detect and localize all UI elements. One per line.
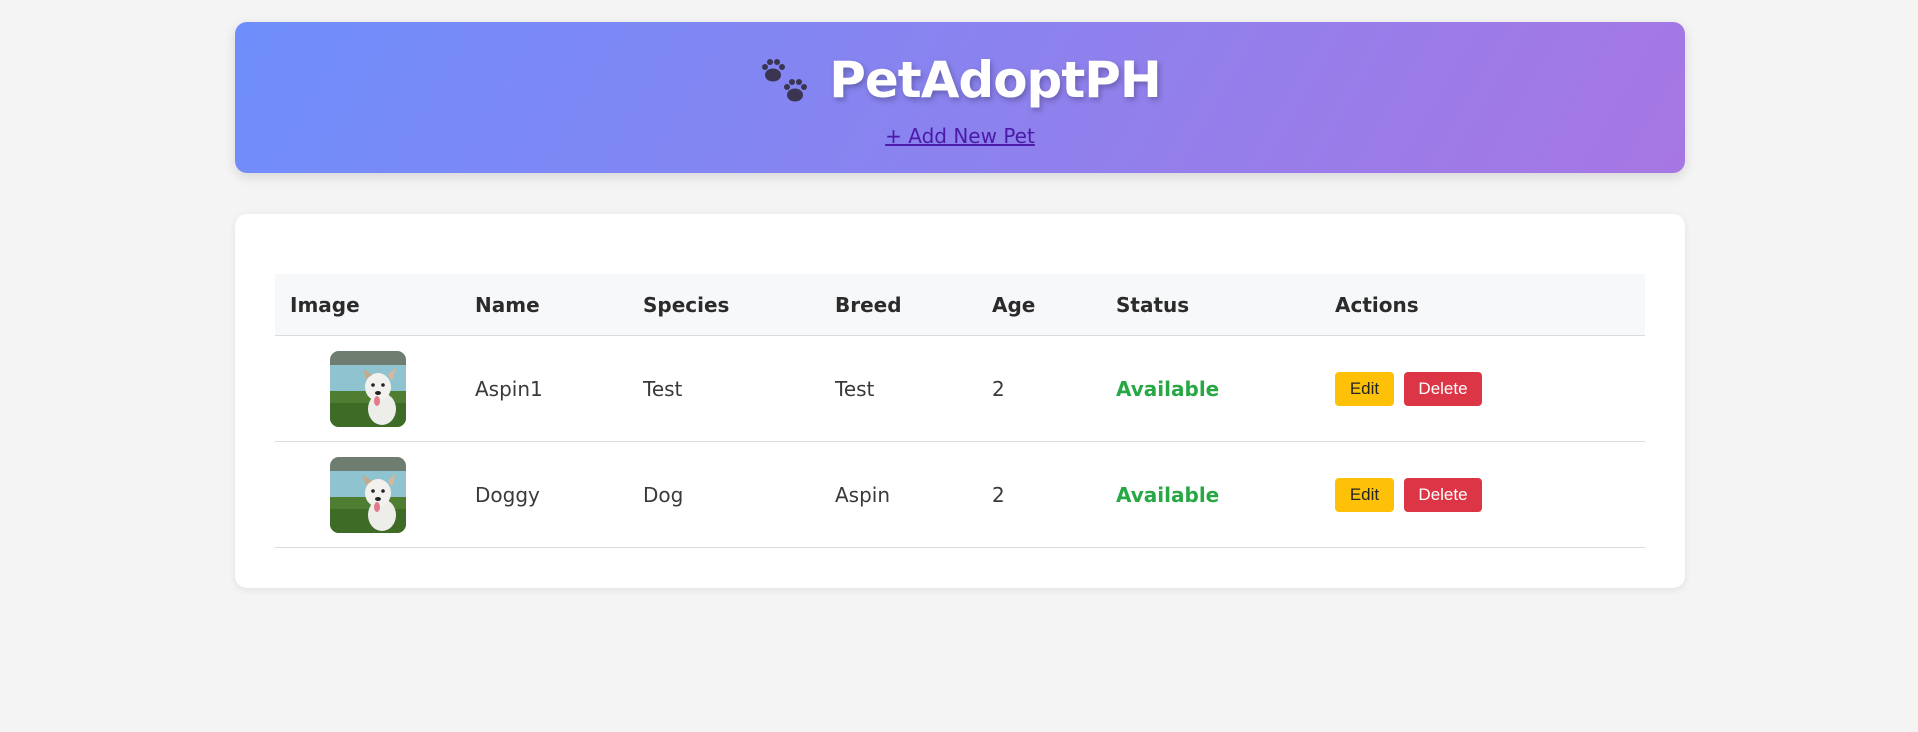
title-row: PetAdoptPH [235, 50, 1685, 110]
pet-species: Test [628, 335, 820, 442]
table-row: Aspin1 Test Test 2 Available Edit Delete [275, 335, 1645, 442]
column-header-age: Age [977, 274, 1101, 336]
column-header-species: Species [628, 274, 820, 336]
pet-age: 2 [977, 441, 1101, 548]
table-header-row: Image Name Species Breed Age Status Acti… [275, 274, 1645, 336]
pet-breed: Aspin [820, 441, 977, 548]
pet-species: Dog [628, 441, 820, 548]
pet-name: Aspin1 [460, 335, 628, 442]
actions-cell: Edit Delete [1320, 335, 1645, 442]
page-title: PetAdoptPH [829, 51, 1161, 109]
column-header-breed: Breed [820, 274, 977, 336]
pet-thumbnail [329, 456, 406, 533]
delete-button[interactable]: Delete [1404, 477, 1482, 512]
pets-card: Image Name Species Breed Age Status Acti… [235, 214, 1685, 588]
paw-prints-icon [762, 59, 808, 102]
pets-table: Image Name Species Breed Age Status Acti… [275, 274, 1645, 548]
pet-age: 2 [977, 335, 1101, 442]
column-header-actions: Actions [1320, 274, 1645, 336]
pet-thumbnail [329, 350, 406, 427]
status-badge: Available [1101, 441, 1320, 548]
status-badge: Available [1101, 335, 1320, 442]
edit-button[interactable]: Edit [1335, 371, 1394, 406]
delete-button[interactable]: Delete [1404, 371, 1482, 406]
edit-button[interactable]: Edit [1335, 477, 1394, 512]
column-header-status: Status [1101, 274, 1320, 336]
pet-breed: Test [820, 335, 977, 442]
dog-photo-icon [329, 456, 406, 533]
actions-cell: Edit Delete [1320, 441, 1645, 548]
column-header-image: Image [275, 274, 460, 336]
add-new-pet-link[interactable]: + Add New Pet [235, 124, 1685, 148]
dog-photo-icon [329, 350, 406, 427]
page-header: PetAdoptPH + Add New Pet [235, 22, 1685, 173]
pet-name: Doggy [460, 441, 628, 548]
table-row: Doggy Dog Aspin 2 Available Edit Delete [275, 441, 1645, 548]
column-header-name: Name [460, 274, 628, 336]
